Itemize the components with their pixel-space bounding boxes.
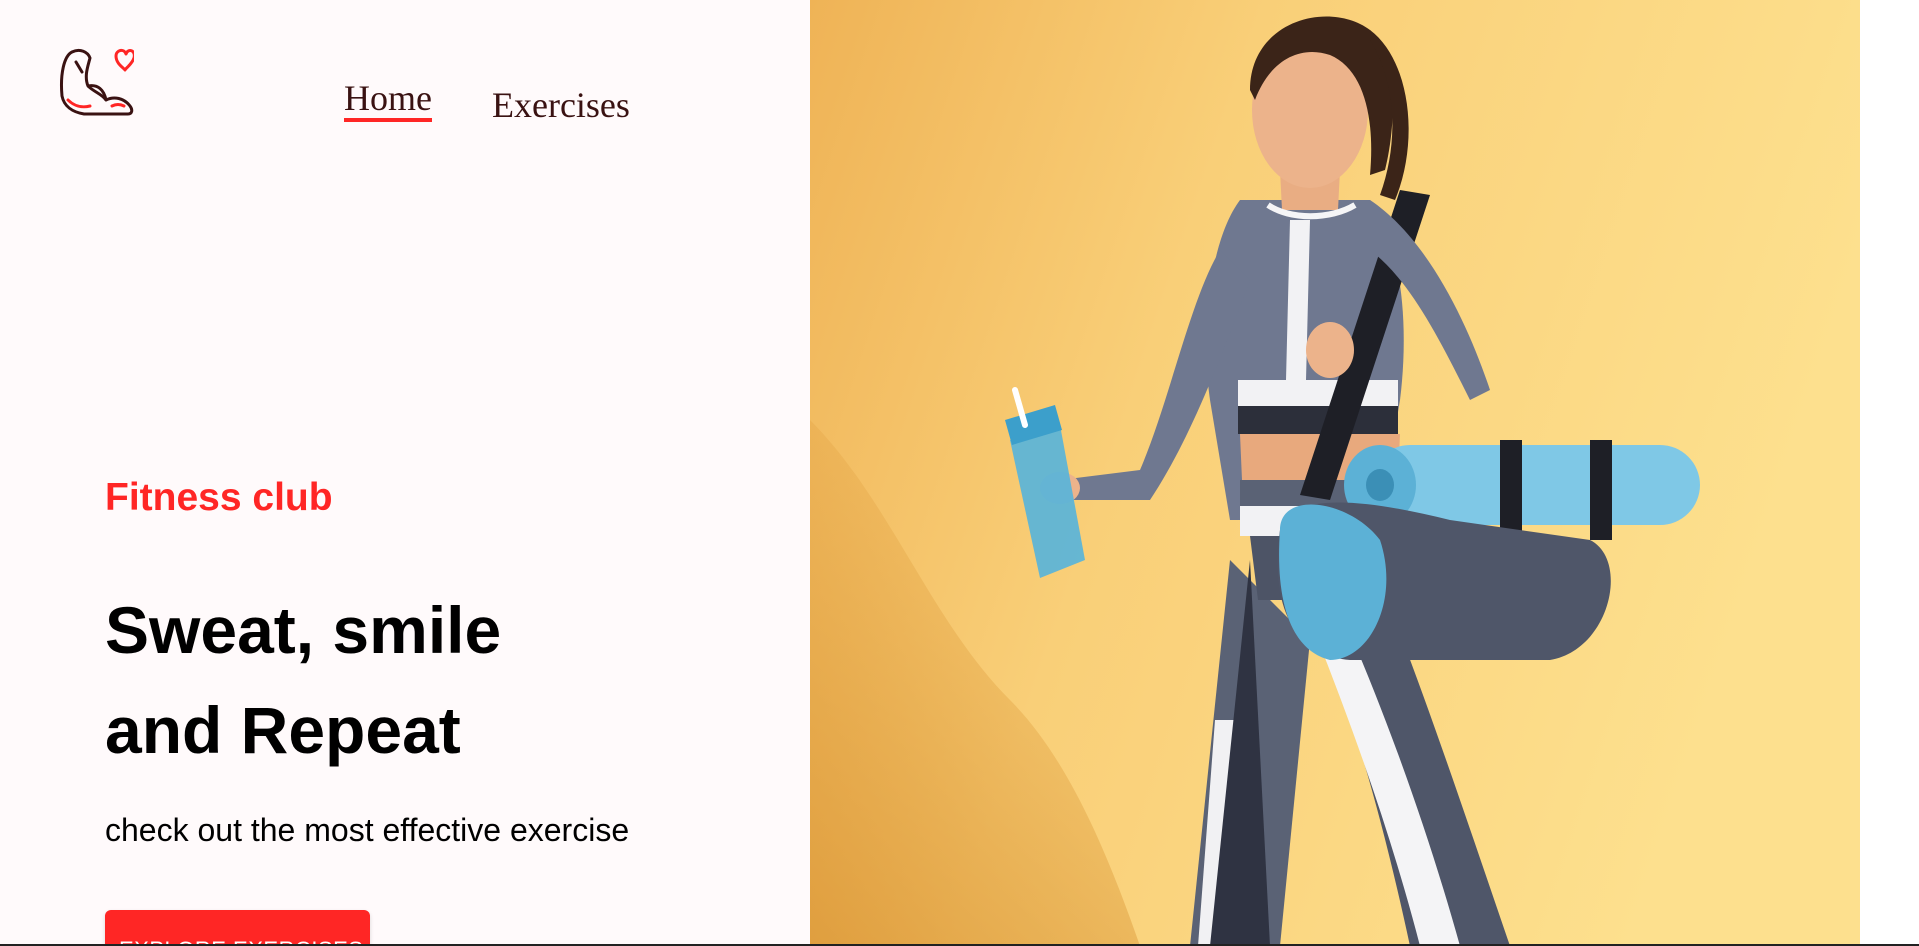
hero-banner-image [810,0,1860,946]
main-nav: Home Exercises [344,78,630,127]
nav-link-home[interactable]: Home [344,78,432,122]
hero-title-line-2: and Repeat [105,693,461,767]
nav-link-exercises[interactable]: Exercises [492,83,630,127]
explore-exercises-button[interactable]: EXPLORE EXERCISES [105,910,370,946]
hero-eyebrow: Fitness club [105,476,333,519]
hero-title-line-1: Sweat, smile [105,593,502,667]
page: Home Exercises Fitness club Sweat, smile… [0,0,1919,946]
hero-subtitle: check out the most effective exercise [105,812,630,848]
logo-icon[interactable] [58,44,134,124]
page-right-gutter [1860,0,1919,946]
hero-title: Sweat, smile and Repeat [105,580,501,780]
